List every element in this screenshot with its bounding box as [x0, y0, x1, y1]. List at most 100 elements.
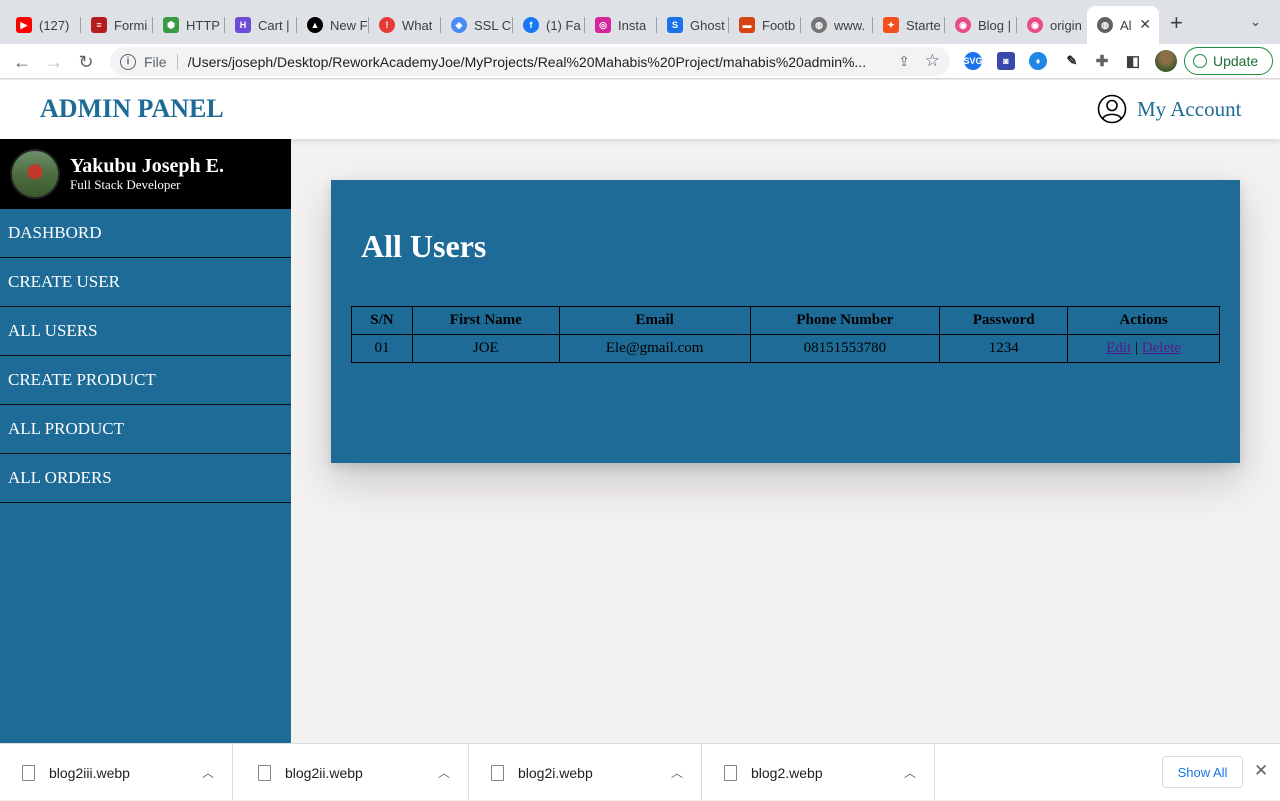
- browser-tab[interactable]: ◈ SSL C: [441, 8, 513, 42]
- profile-name: Yakubu Joseph E.: [70, 155, 224, 177]
- youtube-icon: ▶: [16, 17, 32, 33]
- close-tab-icon[interactable]: ✕: [1139, 16, 1151, 33]
- instagram-icon: ◎: [595, 17, 611, 33]
- download-item[interactable]: blog2ii.webp ︿: [236, 744, 469, 801]
- file-icon: [258, 764, 271, 781]
- shield-icon: ◈: [451, 17, 467, 33]
- tab-search-icon[interactable]: ⌄: [1250, 14, 1261, 30]
- cell-email: Ele@gmail.com: [558, 334, 751, 363]
- globe-icon: ◍: [1097, 17, 1113, 33]
- ghost-icon: S: [667, 17, 683, 33]
- cell-first-name: JOE: [411, 334, 560, 363]
- browser-tab[interactable]: S Ghost: [657, 8, 729, 42]
- column-header-phone: Phone Number: [749, 306, 941, 335]
- delete-link[interactable]: Delete: [1142, 340, 1181, 356]
- back-arrow-icon[interactable]: ←: [10, 50, 34, 74]
- forward-arrow-icon[interactable]: →: [42, 50, 66, 74]
- extension-icon[interactable]: ♦: [1029, 52, 1047, 70]
- download-item[interactable]: blog2i.webp ︿: [469, 744, 702, 801]
- bookmark-star-icon[interactable]: ☆: [925, 51, 940, 71]
- football-icon: ▬: [739, 17, 755, 33]
- browser-tab[interactable]: ◉ origin: [1017, 8, 1087, 42]
- download-item[interactable]: blog2iii.webp ︿: [0, 744, 233, 801]
- sidebar-item-all-orders[interactable]: ALL ORDERS: [0, 454, 291, 503]
- new-tab-button[interactable]: +: [1170, 12, 1183, 34]
- browser-tab[interactable]: ⬢ HTTP: [153, 8, 225, 42]
- cell-sn: 01: [351, 334, 413, 363]
- sidebar-item-create-product[interactable]: CREATE PRODUCT: [0, 356, 291, 405]
- my-account-label: My Account: [1137, 96, 1242, 121]
- browser-tab[interactable]: f (1) Fa: [513, 8, 585, 42]
- browser-tab[interactable]: ▬ Footb: [729, 8, 801, 42]
- cell-password: 1234: [939, 334, 1069, 363]
- avatar: [10, 149, 60, 199]
- my-account-link[interactable]: My Account: [1097, 94, 1241, 124]
- cell-phone: 08151553780: [749, 334, 941, 363]
- chevron-up-icon[interactable]: ︿: [671, 764, 683, 781]
- profile-role: Full Stack Developer: [70, 177, 181, 192]
- browser-tab[interactable]: ◎ Insta: [585, 8, 657, 42]
- column-header-first-name: First Name: [411, 306, 560, 335]
- browser-tab[interactable]: ◍ www.: [801, 8, 873, 42]
- browser-tab[interactable]: ◉ Blog |: [945, 8, 1017, 42]
- reload-icon[interactable]: ↻: [74, 50, 98, 74]
- browser-tab[interactable]: ▶ (127): [6, 8, 81, 42]
- browser-tab[interactable]: ! What: [369, 8, 441, 42]
- dribbble-icon: ◉: [955, 17, 971, 33]
- column-header-actions: Actions: [1067, 306, 1220, 335]
- cell-actions: Edit | Delete: [1067, 334, 1220, 363]
- browser-tab-strip: ▶ (127) ≡ Formi ⬢ HTTP H Cart | ▲ New F ! What…: [0, 0, 1280, 44]
- alert-icon: !: [379, 17, 395, 33]
- show-all-button[interactable]: Show All: [1162, 756, 1243, 788]
- column-header-sn: S/N: [351, 306, 413, 335]
- file-icon: [491, 764, 504, 781]
- browser-tab[interactable]: ▲ New F: [297, 8, 369, 42]
- browser-tab[interactable]: ≡ Formi: [81, 8, 153, 42]
- puzzle-icon[interactable]: ✚: [1093, 52, 1111, 70]
- profile-avatar[interactable]: [1155, 50, 1177, 72]
- update-icon: [1193, 54, 1207, 68]
- heroku-icon: H: [235, 17, 251, 33]
- update-button[interactable]: Update: [1184, 47, 1273, 75]
- chevron-up-icon[interactable]: ︿: [904, 764, 916, 781]
- brand-title[interactable]: ADMIN PANEL: [40, 94, 224, 124]
- chevron-up-icon[interactable]: ︿: [202, 764, 214, 781]
- vercel-icon: ▲: [307, 17, 323, 33]
- user-icon: [1097, 94, 1127, 124]
- eyedropper-icon[interactable]: ✎: [1063, 52, 1081, 70]
- browser-tab-active[interactable]: ◍ Al ✕: [1087, 6, 1159, 44]
- browser-tab[interactable]: ✦ Starte: [873, 8, 945, 42]
- globe-icon: ◍: [811, 17, 827, 33]
- url-text[interactable]: /Users/joseph/Desktop/ReworkAcademyJoe/M…: [188, 54, 888, 70]
- table-row: 01 JOE Ele@gmail.com 08151553780 1234 Ed…: [351, 334, 1220, 363]
- page-title: All Users: [361, 228, 487, 264]
- share-icon[interactable]: ⇪: [898, 53, 910, 70]
- sidebar-item-all-users[interactable]: ALL USERS: [0, 307, 291, 356]
- address-bar[interactable]: i File /Users/joseph/Desktop/ReworkAcade…: [110, 47, 950, 76]
- sidebar-item-create-user[interactable]: CREATE USER: [0, 258, 291, 307]
- browser-toolbar: ← → ↻ i File /Users/joseph/Desktop/Rewor…: [0, 44, 1280, 79]
- browser-tab[interactable]: H Cart |: [225, 8, 297, 42]
- profile-card: Yakubu Joseph E. Full Stack Developer: [0, 139, 291, 209]
- sidebar: Yakubu Joseph E. Full Stack Developer DA…: [0, 139, 291, 743]
- svg-extension-icon[interactable]: SVG: [964, 52, 983, 70]
- url-scheme: File: [144, 53, 167, 70]
- download-item[interactable]: blog2.webp ︿: [702, 744, 935, 801]
- figma-icon: ✦: [883, 17, 899, 33]
- file-icon: [22, 764, 35, 781]
- nodejs-icon: ⬢: [163, 17, 179, 33]
- table-header-row: S/N First Name Email Phone Number Passwo…: [351, 306, 1220, 335]
- facebook-icon: f: [523, 17, 539, 33]
- dribbble-icon: ◉: [1027, 17, 1043, 33]
- sidebar-item-all-product[interactable]: ALL PRODUCT: [0, 405, 291, 454]
- chevron-up-icon[interactable]: ︿: [438, 764, 450, 781]
- all-users-card: All Users S/N First Name Email Phone Num…: [331, 180, 1240, 463]
- column-header-password: Password: [939, 306, 1069, 335]
- column-header-email: Email: [558, 306, 751, 335]
- close-icon[interactable]: ✕: [1254, 761, 1268, 781]
- side-panel-icon[interactable]: ◧: [1124, 52, 1142, 70]
- info-icon[interactable]: i: [120, 53, 136, 70]
- edit-link[interactable]: Edit: [1106, 340, 1131, 356]
- extension-icon[interactable]: ◙: [997, 52, 1015, 70]
- sidebar-item-dashboard[interactable]: DASHBORD: [0, 209, 291, 258]
